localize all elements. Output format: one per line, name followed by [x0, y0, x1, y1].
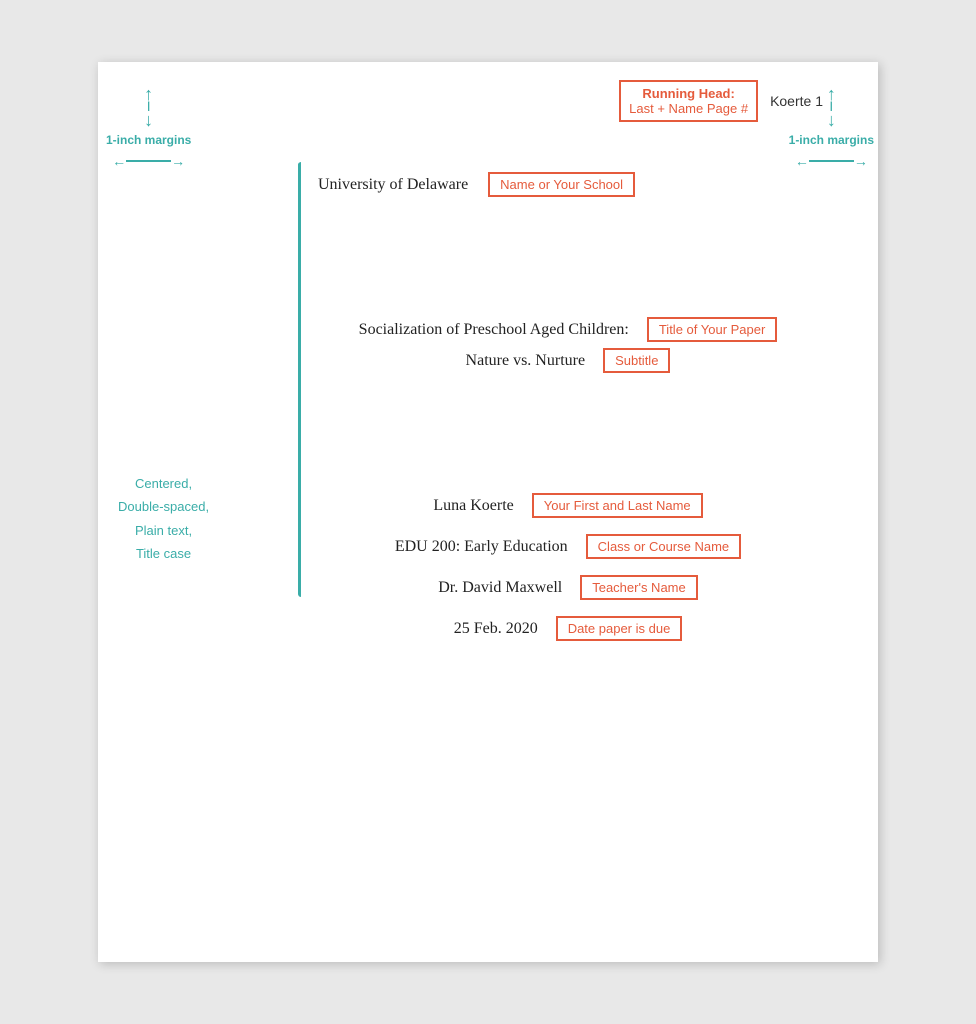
subtitle-text: Nature vs. Nurture — [466, 352, 586, 370]
page: ↑ | ↓ 1-inch margins ← → ↑ | ↓ 1-inch ma… — [98, 62, 878, 962]
annotation-line2: Double-spaced, — [118, 495, 209, 518]
teacher-label-box: Teacher's Name — [580, 575, 698, 600]
content-inner: University of Delaware Name or Your Scho… — [318, 172, 818, 641]
title-section: Socialization of Preschool Aged Children… — [318, 317, 818, 373]
teacher-text: Dr. David Maxwell — [438, 579, 562, 597]
school-main-text: University of Delaware — [318, 176, 468, 194]
left-annotation: Centered, Double-spaced, Plain text, Tit… — [118, 472, 209, 566]
title-row: Socialization of Preschool Aged Children… — [318, 317, 818, 342]
school-section: University of Delaware Name or Your Scho… — [318, 172, 818, 197]
subtitle-row: Nature vs. Nurture Subtitle — [318, 348, 818, 373]
class-text: EDU 200: Early Education — [395, 538, 568, 556]
annotation-line4: Title case — [118, 542, 209, 565]
name-row: Luna Koerte Your First and Last Name — [318, 493, 818, 518]
page-number: Koerte 1 — [770, 93, 823, 109]
title-label-box: Title of Your Paper — [647, 317, 777, 342]
annotation-line1: Centered, — [118, 472, 209, 495]
main-title-text: Socialization of Preschool Aged Children… — [359, 321, 629, 339]
name-text: Luna Koerte — [433, 497, 513, 515]
teacher-row: Dr. David Maxwell Teacher's Name — [318, 575, 818, 600]
annotation-line3: Plain text, — [118, 519, 209, 542]
school-label-box: Name or Your School — [488, 172, 635, 197]
class-label-box: Class or Course Name — [586, 534, 742, 559]
date-row: 25 Feb. 2020 Date paper is due — [318, 616, 818, 641]
date-label-box: Date paper is due — [556, 616, 683, 641]
running-head-label: Running Head: — [629, 86, 748, 101]
page-content: Centered, Double-spaced, Plain text, Tit… — [98, 132, 878, 697]
class-row: EDU 200: Early Education Class or Course… — [318, 534, 818, 559]
info-section: Luna Koerte Your First and Last Name EDU… — [318, 493, 818, 641]
running-head-sub: Last + Name Page # — [629, 101, 748, 116]
date-text: 25 Feb. 2020 — [454, 620, 538, 638]
page-header: Running Head: Last + Name Page # Koerte … — [98, 62, 878, 132]
running-head-box: Running Head: Last + Name Page # — [619, 80, 758, 122]
name-label-box: Your First and Last Name — [532, 493, 703, 518]
subtitle-label-box: Subtitle — [603, 348, 670, 373]
brace-line — [298, 162, 301, 597]
